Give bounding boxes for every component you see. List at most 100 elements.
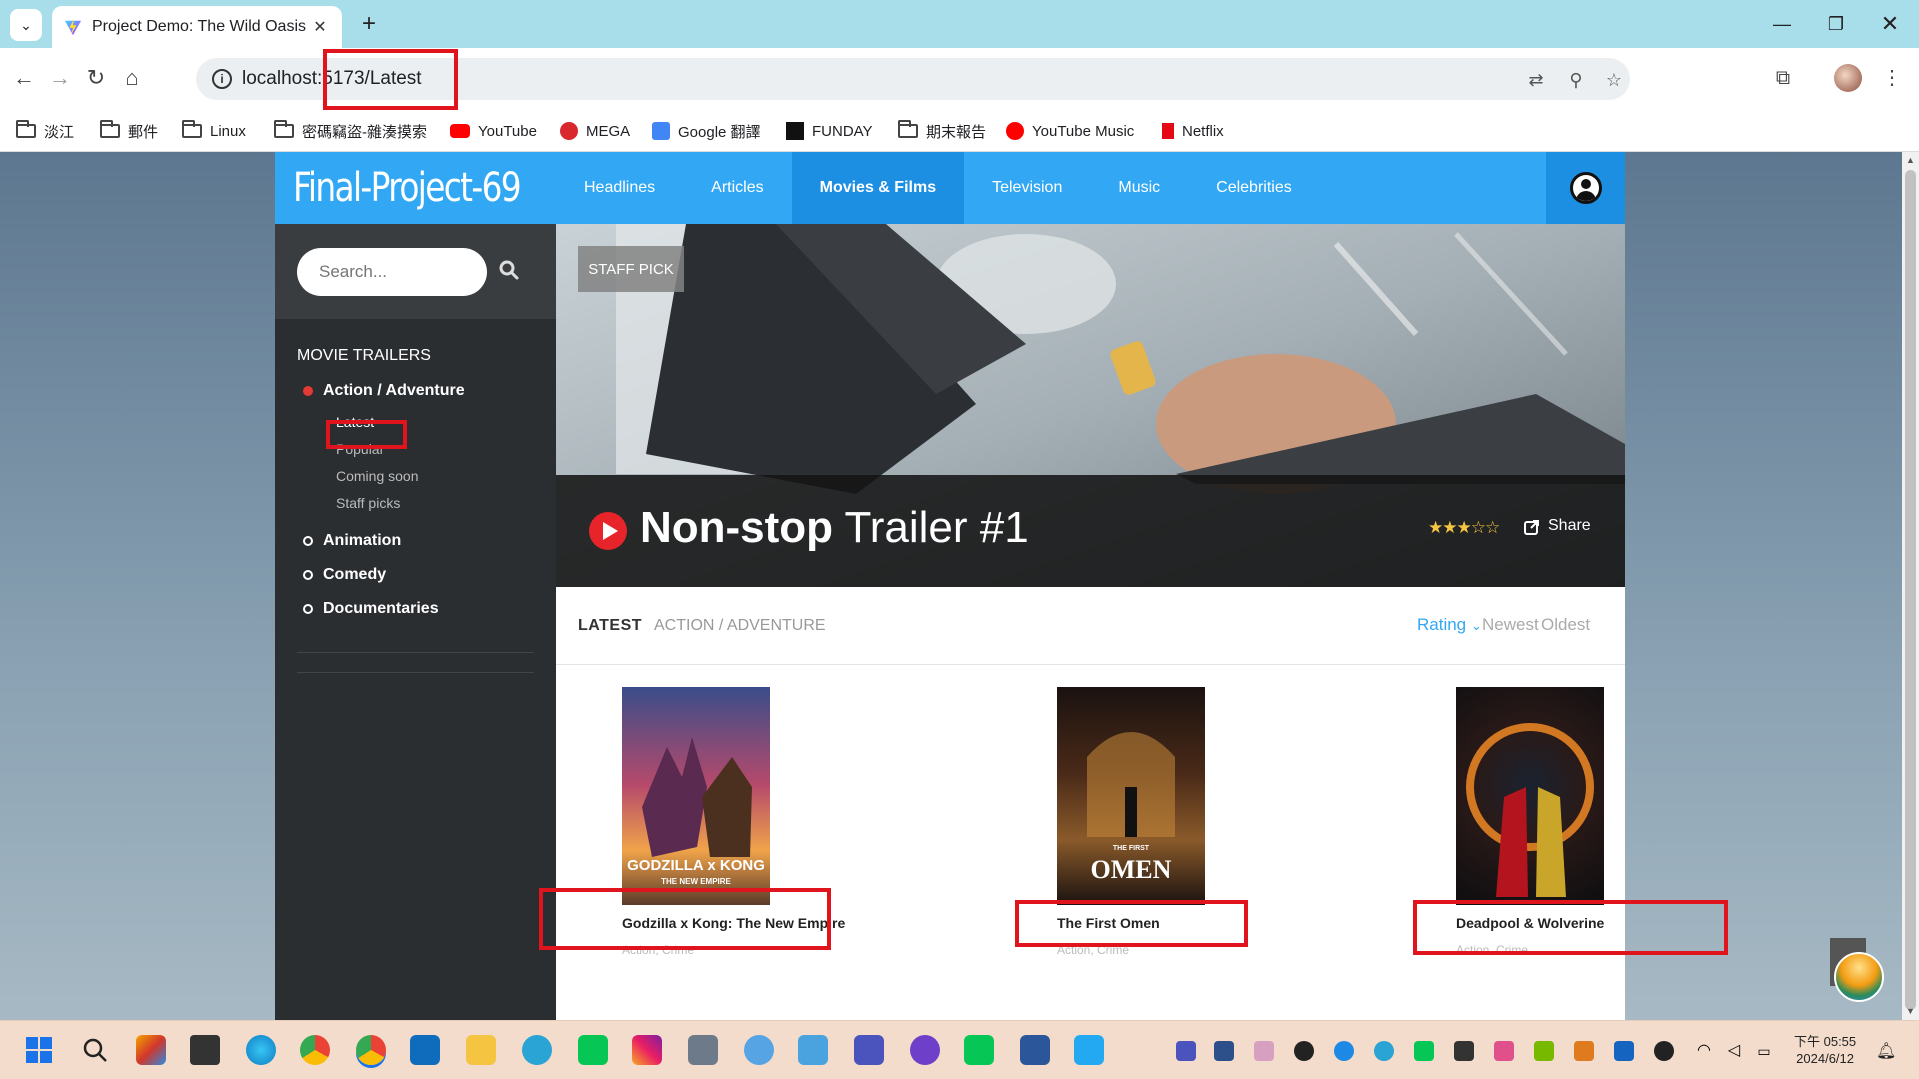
- category-comedy[interactable]: Comedy: [303, 566, 386, 584]
- copilot-icon[interactable]: [136, 1035, 166, 1065]
- search-input[interactable]: [297, 248, 487, 296]
- nav-television[interactable]: Television: [964, 152, 1090, 224]
- category-action-adventure[interactable]: Action / Adventure: [303, 382, 465, 400]
- sort-oldest[interactable]: Oldest: [1541, 615, 1590, 635]
- chrome-profile-icon[interactable]: [356, 1035, 386, 1065]
- subitem-staff-picks[interactable]: Staff picks: [336, 495, 400, 511]
- browser-tab[interactable]: Project Demo: The Wild Oasis ✕: [52, 6, 342, 48]
- movie-card[interactable]: THE FIRST OMEN The First Omen Action, Cr…: [1057, 687, 1205, 957]
- word-icon[interactable]: [1020, 1035, 1050, 1065]
- bookmark-item[interactable]: 密碼竊盜-雜湊摸索: [274, 110, 427, 152]
- movie-poster[interactable]: [1456, 687, 1604, 905]
- share-button[interactable]: Share: [1548, 517, 1591, 535]
- close-tab-icon[interactable]: ✕: [310, 17, 330, 37]
- site-logo[interactable]: Final-Project-69: [275, 152, 522, 224]
- bookmark-item[interactable]: YouTube Music: [1006, 110, 1134, 152]
- category-documentaries[interactable]: Documentaries: [303, 600, 439, 618]
- extensions-icon[interactable]: ⧉: [1767, 62, 1799, 94]
- tray-app-icon[interactable]: [1654, 1041, 1674, 1061]
- page-scrollbar[interactable]: ▲ ▼: [1902, 152, 1919, 1020]
- play-icon[interactable]: [588, 511, 628, 551]
- line-tray-icon[interactable]: [1414, 1041, 1434, 1061]
- movie-poster[interactable]: GODZILLA x KONG THE NEW EMPIRE: [622, 687, 770, 905]
- floating-app-icon[interactable]: [1834, 952, 1884, 1002]
- bookmark-item[interactable]: FUNDAY: [786, 110, 873, 152]
- new-tab-button[interactable]: +: [354, 10, 384, 40]
- bookmark-item[interactable]: Google 翻譯: [652, 110, 761, 152]
- bookmark-item[interactable]: MEGA: [560, 110, 630, 152]
- tray-app-icon[interactable]: [1574, 1041, 1594, 1061]
- back-button[interactable]: ←: [8, 62, 40, 94]
- file-explorer-icon[interactable]: [466, 1035, 496, 1065]
- tray-app-icon[interactable]: [1454, 1041, 1474, 1061]
- profile-avatar[interactable]: [1834, 64, 1862, 92]
- nvidia-icon[interactable]: [1534, 1041, 1554, 1061]
- tray-app-icon[interactable]: [1294, 1041, 1314, 1061]
- security-icon[interactable]: [1614, 1041, 1634, 1061]
- teams-icon[interactable]: [854, 1035, 884, 1065]
- search-icon[interactable]: [497, 258, 521, 282]
- bookmark-item[interactable]: 期末報告: [898, 110, 986, 152]
- tab-search-button[interactable]: ⌄: [10, 9, 42, 41]
- restore-button[interactable]: ❐: [1814, 8, 1858, 40]
- sort-newest[interactable]: Newest: [1482, 615, 1539, 635]
- bookmark-item[interactable]: Linux: [182, 110, 246, 152]
- volume-muted-icon[interactable]: ◁: [1724, 1041, 1744, 1061]
- bookmark-star-icon[interactable]: ☆: [1602, 68, 1626, 92]
- sort-rating[interactable]: Rating ⌄: [1417, 615, 1482, 635]
- movie-card[interactable]: GODZILLA x KONG THE NEW EMPIRE Godzilla …: [622, 687, 845, 957]
- line-icon[interactable]: [964, 1035, 994, 1065]
- subitem-coming-soon[interactable]: Coming soon: [336, 468, 419, 484]
- tray-app-icon[interactable]: [1374, 1041, 1394, 1061]
- maps-icon[interactable]: [744, 1035, 774, 1065]
- edge-icon[interactable]: [246, 1035, 276, 1065]
- tray-app-icon[interactable]: [1254, 1041, 1274, 1061]
- snipping-tool-icon[interactable]: [798, 1035, 828, 1065]
- reload-button[interactable]: ↻: [80, 62, 112, 94]
- movie-poster[interactable]: THE FIRST OMEN: [1057, 687, 1205, 905]
- hero-trailer[interactable]: STAFF PICK Non-stop Trailer #1 ★★★☆☆ Sha…: [556, 224, 1625, 587]
- vscode-icon[interactable]: [1074, 1035, 1104, 1065]
- zoom-icon[interactable]: ⚲: [1564, 68, 1588, 92]
- notification-bell-icon[interactable]: 🔔︎: [1876, 1041, 1896, 1061]
- nav-headlines[interactable]: Headlines: [556, 152, 683, 224]
- nav-celebrities[interactable]: Celebrities: [1188, 152, 1320, 224]
- browser-menu-icon[interactable]: ⋮: [1880, 62, 1904, 94]
- nav-music[interactable]: Music: [1090, 152, 1188, 224]
- system-clock[interactable]: 下午 05:55 2024/6/12: [1794, 1033, 1856, 1067]
- translate-icon[interactable]: ⇄: [1524, 68, 1548, 92]
- tray-app-icon[interactable]: [1334, 1041, 1354, 1061]
- windows-start-icon[interactable]: [24, 1035, 54, 1065]
- nav-articles[interactable]: Articles: [683, 152, 791, 224]
- bookmark-item[interactable]: 淡江: [16, 110, 74, 152]
- line-icon[interactable]: [578, 1035, 608, 1065]
- bookmark-item[interactable]: 郵件: [100, 110, 158, 152]
- site-info-icon[interactable]: i: [212, 69, 232, 89]
- bookmark-item[interactable]: Netflix: [1162, 110, 1224, 152]
- scroll-up-icon[interactable]: ▲: [1902, 152, 1919, 169]
- search-icon[interactable]: [80, 1035, 110, 1065]
- task-view-icon[interactable]: [190, 1035, 220, 1065]
- audio-tray-icon[interactable]: [1494, 1041, 1514, 1061]
- forward-button[interactable]: →: [44, 62, 76, 94]
- category-animation[interactable]: Animation: [303, 532, 401, 550]
- battery-icon[interactable]: ▭: [1754, 1041, 1774, 1061]
- chrome-icon[interactable]: [300, 1035, 330, 1065]
- bookmark-item[interactable]: YouTube: [450, 110, 537, 152]
- home-button[interactable]: ⌂: [116, 62, 148, 94]
- movie-card[interactable]: Deadpool & Wolverine Action, Crime: [1456, 687, 1604, 957]
- music-app-icon[interactable]: [522, 1035, 552, 1065]
- instagram-icon[interactable]: [632, 1035, 662, 1065]
- tray-app-icon[interactable]: [1214, 1041, 1234, 1061]
- minimize-button[interactable]: —: [1760, 8, 1804, 40]
- teams-tray-icon[interactable]: [1176, 1041, 1196, 1061]
- scrollbar-thumb[interactable]: [1905, 170, 1916, 1010]
- share-icon[interactable]: [1524, 519, 1540, 535]
- github-icon[interactable]: [910, 1035, 940, 1065]
- scroll-down-icon[interactable]: ▼: [1902, 1003, 1919, 1020]
- nav-movies-films[interactable]: Movies & Films: [791, 152, 965, 224]
- outlook-icon[interactable]: [410, 1035, 440, 1065]
- close-window-button[interactable]: ✕: [1868, 8, 1912, 40]
- calculator-icon[interactable]: [688, 1035, 718, 1065]
- wifi-icon[interactable]: ◠: [1694, 1041, 1714, 1061]
